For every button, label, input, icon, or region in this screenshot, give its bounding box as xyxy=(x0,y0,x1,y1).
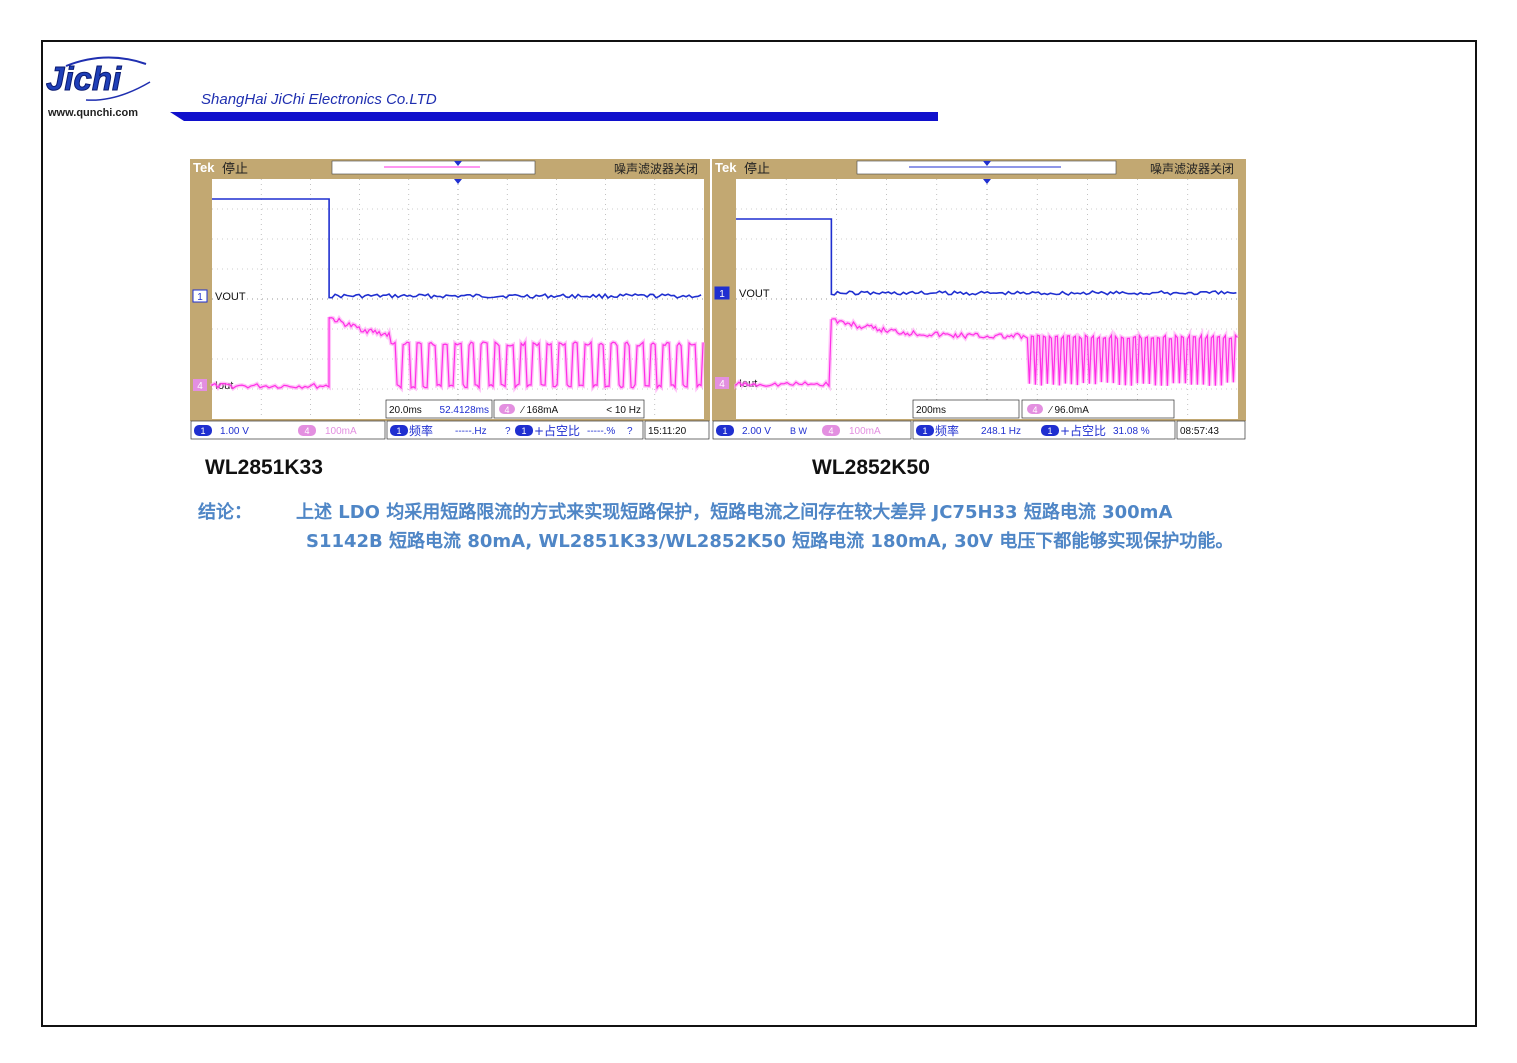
trigger-frequency: < 10 Hz xyxy=(606,405,641,416)
duty-value: -----.% xyxy=(587,426,615,437)
company-name: ShangHai JiChi Electronics Co.LTD xyxy=(201,91,437,108)
channel-4-scale-number: 4 xyxy=(304,426,309,436)
clock-time: 08:57:43 xyxy=(1180,426,1219,437)
freq-channel-number: 1 xyxy=(396,426,401,436)
freq-question: ? xyxy=(505,426,511,437)
logo-text: Jichi xyxy=(46,60,122,97)
channel-1-label: VOUT xyxy=(739,288,770,300)
bandwidth-limit: B W xyxy=(790,426,808,436)
trigger-source-number: 4 xyxy=(504,405,509,415)
duty-label: +占空比 xyxy=(1060,423,1106,438)
trigger-box xyxy=(1021,399,1175,419)
channel-4-number: 4 xyxy=(719,379,725,390)
conclusion-line-2: S1142B 短路电流 80mA, WL2851K33/WL2852K50 短路… xyxy=(306,531,1234,552)
freq-value: -----.Hz xyxy=(455,426,487,437)
trigger-source-number: 4 xyxy=(1032,405,1037,415)
scope-screenshot-wl2851k33: Tek 停止 噪声滤波器关闭1 VOUT4 Iout20.0ms 52.4128ms 4 ⁄ … xyxy=(190,159,710,440)
channel-4-scale: 100mA xyxy=(849,426,881,437)
duty-value: 31.08 % xyxy=(1113,426,1150,437)
freq-label: 频率 xyxy=(409,423,433,438)
status-label: 停止 xyxy=(222,161,248,177)
channel-4-scale-number: 4 xyxy=(828,426,833,436)
caption-wl2851k33: WL2851K33 xyxy=(205,456,323,479)
noise-filter-label: 噪声滤波器关闭 xyxy=(1150,162,1234,176)
tek-brand: Tek xyxy=(193,160,215,175)
duty-label: +占空比 xyxy=(534,423,580,438)
freq-channel-number: 1 xyxy=(922,426,927,436)
freq-label: 频率 xyxy=(935,423,959,438)
channel-4-number: 4 xyxy=(197,381,203,392)
channel-1-scale-number: 1 xyxy=(722,426,727,436)
channel-1-scale-number: 1 xyxy=(200,426,205,436)
channel-1-scale: 1.00 V xyxy=(220,426,249,437)
duty-channel-number: 1 xyxy=(1047,426,1052,436)
timebase-value: 20.0ms xyxy=(389,405,422,416)
channel-1-scale: 2.00 V xyxy=(742,426,771,437)
cursor-time: 52.4128ms xyxy=(440,405,489,416)
header-banner xyxy=(170,112,938,121)
website-url: www.qunchi.com xyxy=(48,107,139,119)
conclusion-line-1: 上述 LDO 均采用短路限流的方式来实现短路保护，短路电流之间存在较大差异 JC… xyxy=(296,502,1173,523)
conclusion-label: 结论： xyxy=(198,502,252,523)
channel-1-number: 1 xyxy=(719,289,725,300)
timebase-value: 200ms xyxy=(916,405,946,416)
channel-4-scale: 100mA xyxy=(325,426,357,437)
clock-time: 15:11:20 xyxy=(648,426,687,437)
freq-value: 248.1 Hz xyxy=(981,426,1021,437)
caption-wl2852k50: WL2852K50 xyxy=(812,456,930,479)
duty-question: ? xyxy=(627,426,633,437)
noise-filter-label: 噪声滤波器关闭 xyxy=(614,162,698,176)
status-label: 停止 xyxy=(744,161,770,177)
duty-channel-number: 1 xyxy=(521,426,526,436)
tek-brand: Tek xyxy=(715,160,737,175)
trigger-level: ⁄ 168mA xyxy=(519,405,558,416)
trigger-level: ⁄ 96.0mA xyxy=(1047,405,1089,416)
scope-screenshot-wl2852k50: Tek 停止 噪声滤波器关闭1 VOUT4 Iout200ms 4 ⁄ 96.0mA1 2.0… xyxy=(712,159,1246,440)
channel-1-label: VOUT xyxy=(215,291,246,303)
channel-1-number: 1 xyxy=(197,292,203,303)
